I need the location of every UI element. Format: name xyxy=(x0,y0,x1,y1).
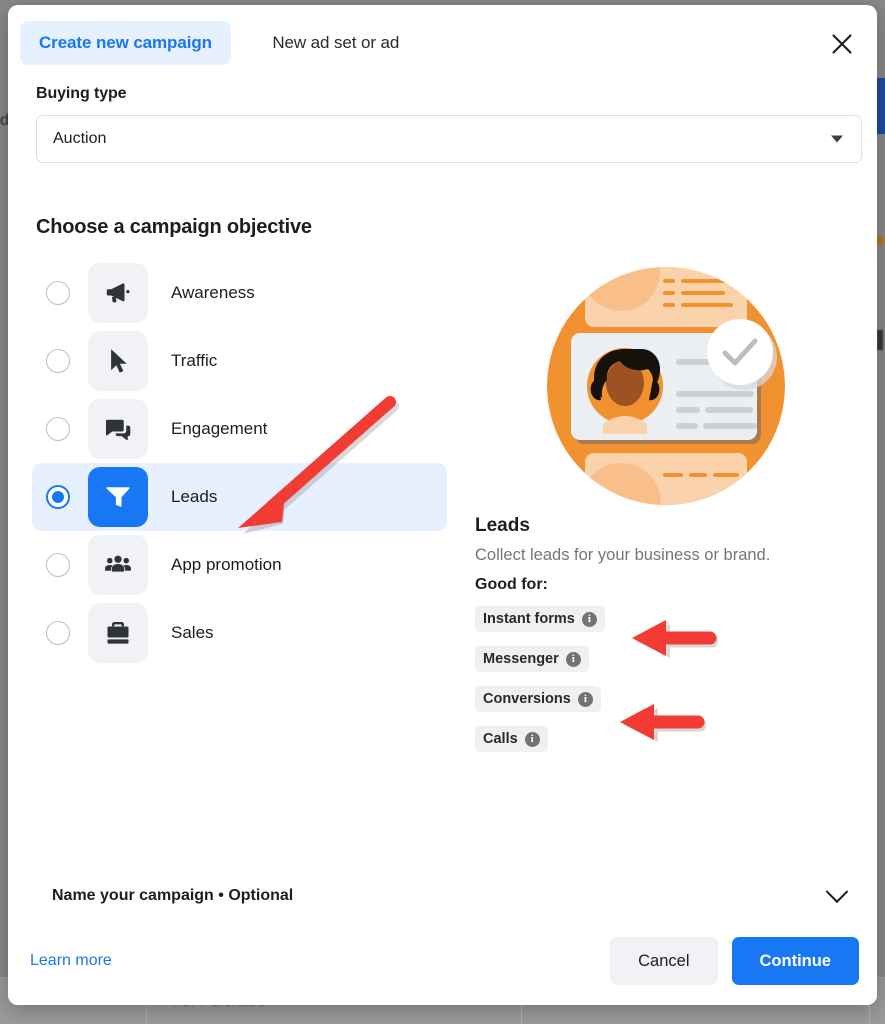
chip-label: Conversions xyxy=(483,691,571,707)
radio-sales[interactable] xyxy=(46,621,70,645)
objective-option-engagement[interactable]: Engagement xyxy=(32,395,453,463)
chip-label: Messenger xyxy=(483,651,559,667)
close-button[interactable] xyxy=(823,25,861,63)
objective-label: Awareness xyxy=(171,283,255,302)
megaphone-icon xyxy=(88,263,148,323)
funnel-icon xyxy=(88,467,148,527)
objective-detail-panel: Leads Collect leads for your business or… xyxy=(453,259,857,766)
chip-messenger[interactable]: Messenger i xyxy=(475,646,589,672)
info-icon[interactable]: i xyxy=(577,691,593,707)
objective-option-traffic[interactable]: Traffic xyxy=(32,327,453,395)
background-dot xyxy=(877,236,884,245)
dialog-header: Create new campaign New ad set or ad xyxy=(8,5,877,77)
chip-row: Calls i xyxy=(475,726,857,766)
good-for-label: Good for: xyxy=(475,576,548,593)
chip-calls[interactable]: Calls i xyxy=(475,726,548,752)
buying-type-label: Buying type xyxy=(36,85,127,102)
objective-label: Engagement xyxy=(171,419,268,438)
good-for-chip-list: Instant forms i Messenger i Conversions xyxy=(475,606,857,766)
detail-description: Collect leads for your business or brand… xyxy=(475,546,771,564)
name-campaign-label: Name your campaign • Optional xyxy=(52,887,294,904)
buying-type-value: Auction xyxy=(53,130,107,147)
leads-illustration xyxy=(475,267,857,505)
chip-label: Instant forms xyxy=(483,611,575,627)
objective-option-awareness[interactable]: Awareness xyxy=(32,259,453,327)
chip-conversions[interactable]: Conversions i xyxy=(475,686,601,712)
chip-label: Calls xyxy=(483,731,518,747)
tab-create-new-campaign[interactable]: Create new campaign xyxy=(20,21,231,65)
tab-new-ad-set-or-ad[interactable]: New ad set or ad xyxy=(253,21,418,65)
chip-instant-forms[interactable]: Instant forms i xyxy=(475,606,605,632)
background-dark-element xyxy=(877,330,883,350)
cancel-button[interactable]: Cancel xyxy=(610,937,718,985)
objective-label: Sales xyxy=(171,623,214,642)
detail-title: Leads xyxy=(475,515,530,536)
create-campaign-dialog: Create new campaign New ad set or ad Buy… xyxy=(8,5,877,1005)
objective-label: Traffic xyxy=(171,351,218,370)
chat-bubble-icon xyxy=(88,399,148,459)
objective-section-title: Choose a campaign objective xyxy=(36,216,312,238)
briefcase-icon xyxy=(88,603,148,663)
learn-more-link[interactable]: Learn more xyxy=(30,952,610,970)
info-icon[interactable]: i xyxy=(565,651,581,667)
chip-row: Messenger i xyxy=(475,646,857,686)
radio-app-promotion[interactable] xyxy=(46,553,70,577)
info-icon[interactable]: i xyxy=(524,731,540,747)
info-icon[interactable]: i xyxy=(581,611,597,627)
chevron-down-icon xyxy=(831,135,843,143)
objective-option-app-promotion[interactable]: App promotion xyxy=(32,531,453,599)
objective-label: Leads xyxy=(171,487,218,506)
radio-awareness[interactable] xyxy=(46,281,70,305)
buying-type-select[interactable]: Auction xyxy=(36,115,862,163)
radio-leads[interactable] xyxy=(46,485,70,509)
continue-button[interactable]: Continue xyxy=(731,937,859,985)
chip-row: Conversions i xyxy=(475,686,857,726)
dialog-body: Buying type Auction Choose a campaign ob… xyxy=(8,85,877,766)
radio-traffic[interactable] xyxy=(46,349,70,373)
objective-option-sales[interactable]: Sales xyxy=(32,599,453,667)
objective-list: Awareness Traffic Engagement Leads App p… xyxy=(28,259,453,766)
objective-label: App promotion xyxy=(171,555,282,574)
chip-row: Instant forms i xyxy=(475,606,857,646)
close-icon xyxy=(832,34,852,54)
chevron-down-icon xyxy=(825,880,849,904)
cursor-icon xyxy=(88,331,148,391)
objective-option-leads[interactable]: Leads xyxy=(32,463,447,531)
people-icon xyxy=(88,535,148,595)
leads-profile-card-illustration xyxy=(547,267,785,505)
dialog-footer: Learn more Cancel Continue xyxy=(8,917,877,1005)
radio-engagement[interactable] xyxy=(46,417,70,441)
objective-columns: Awareness Traffic Engagement Leads App p… xyxy=(28,259,857,766)
